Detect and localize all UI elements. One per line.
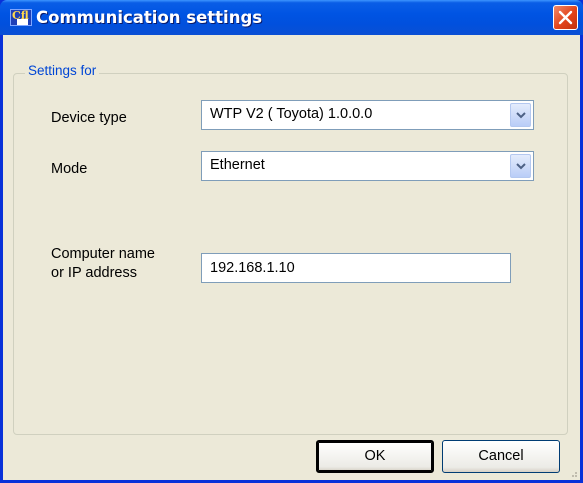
ok-button[interactable]: OK (316, 440, 434, 473)
chevron-down-icon (516, 112, 526, 119)
mode-value: Ethernet (210, 157, 265, 173)
close-icon (558, 10, 573, 25)
app-icon: Cfl (10, 9, 32, 26)
dialog-body: Settings for Device type WTP V2 ( Toyota… (3, 35, 580, 480)
chevron-down-icon (516, 163, 526, 170)
device-type-label: Device type (51, 110, 127, 126)
title-bar[interactable]: Cfl Communication settings (0, 0, 583, 35)
address-label-line1: Computer name (51, 246, 155, 262)
groupbox-legend: Settings for (25, 63, 100, 78)
resize-grip-icon[interactable] (568, 468, 578, 478)
mode-label: Mode (51, 161, 88, 177)
address-field[interactable] (201, 253, 511, 283)
device-type-dropdown-arrow[interactable] (510, 103, 531, 127)
device-type-dropdown[interactable]: WTP V2 ( Toyota) 1.0.0.0 (201, 100, 534, 130)
device-type-value: WTP V2 ( Toyota) 1.0.0.0 (210, 106, 373, 122)
dialog-window: Cfl Communication settings Settings for … (0, 0, 583, 483)
cancel-button[interactable]: Cancel (442, 440, 560, 473)
close-button[interactable] (553, 5, 578, 30)
window-title: Communication settings (36, 8, 263, 27)
mode-dropdown[interactable]: Ethernet (201, 151, 534, 181)
address-label-line2: or IP address (51, 265, 137, 281)
address-input[interactable] (202, 254, 510, 282)
mode-dropdown-arrow[interactable] (510, 154, 531, 178)
